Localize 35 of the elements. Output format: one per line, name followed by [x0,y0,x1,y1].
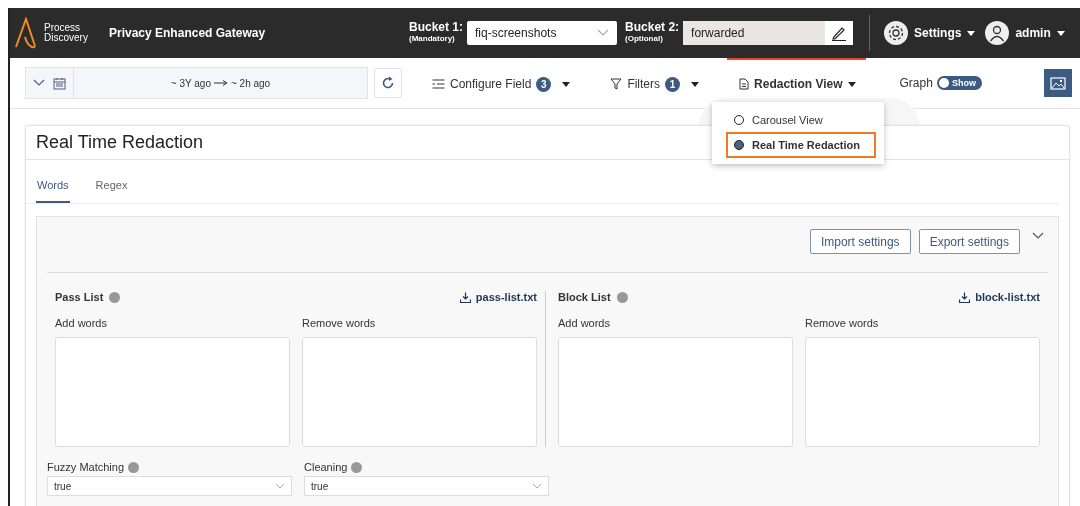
bucket-select[interactable]: fiq-screenshots [467,21,618,45]
list-title: Block List [558,291,611,303]
count-badge: 3 [536,76,552,92]
tab[interactable]: Regex [94,172,129,203]
bucket-field[interactable]: forwarded [683,21,826,45]
option-select[interactable]: true [47,476,292,496]
settings-button[interactable]: Import settings [809,229,911,254]
view-option[interactable]: Real Time Redaction [726,132,876,158]
graph-label: Graph [899,76,933,90]
date-range-picker[interactable]: ~ 3Y ago ~ 2h ago [25,67,368,99]
user-menu[interactable]: admin [985,21,1065,45]
logo-text: Process Discovery [44,23,88,43]
toolbar-menu[interactable]: Configure Field 3 [420,58,581,108]
option-select[interactable]: true [304,476,549,496]
bucket-label: Bucket 1: (Mandatory) [409,22,464,44]
view-option[interactable]: Carousel View [712,108,884,132]
count-badge: 1 [665,76,681,92]
download-link[interactable]: block-list.txt [959,291,1040,303]
field-label: Add words [55,317,108,329]
range-start: ~ 3Y ago [170,77,211,89]
option-label: Cleaning [304,461,348,473]
settings-menu[interactable]: Settings [884,21,976,45]
bucket-label: Bucket 2: (Optional) [625,22,680,44]
field-label: Remove words [805,317,880,329]
option-label: Fuzzy Matching [47,461,125,473]
graph-toggle[interactable]: Show [936,76,982,90]
field-label: Remove words [302,317,377,329]
tab[interactable]: Words [36,172,70,203]
range-end: ~ 2h ago [230,77,271,89]
app-title: Privacy Enhanced Gateway [109,26,267,40]
field-label: Add words [558,317,611,329]
download-link[interactable]: pass-list.txt [459,291,537,303]
toolbar-menu[interactable]: Filters 1 [598,58,710,108]
list-title: Pass List [55,291,104,303]
settings-button[interactable]: Export settings [918,229,1020,254]
